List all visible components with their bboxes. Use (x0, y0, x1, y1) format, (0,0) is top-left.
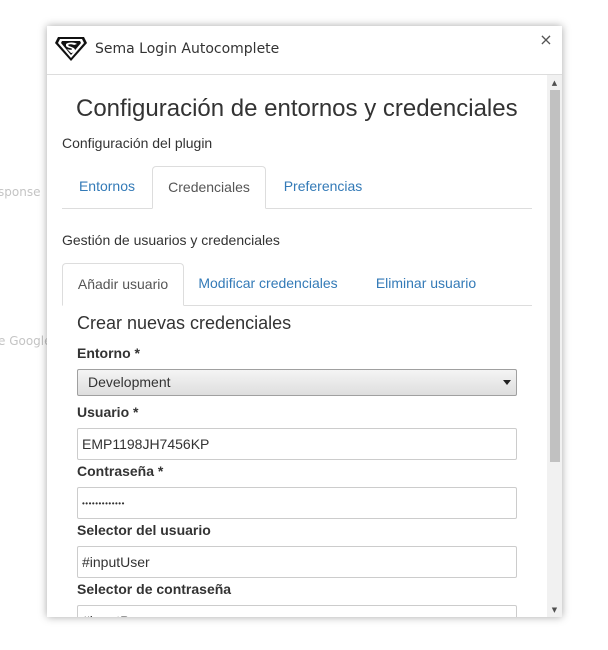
scrollbar[interactable]: ▲ ▼ (547, 75, 562, 617)
environment-select[interactable]: Development (77, 369, 517, 396)
popup-header: Sema Login Autocomplete × (47, 26, 562, 75)
credentials-tabs: Añadir usuario Modificar credenciales El… (62, 263, 532, 306)
password-input[interactable]: ••••••••••••• (77, 487, 517, 519)
scrollbar-thumb[interactable] (550, 90, 560, 462)
tab-credenciales[interactable]: Credenciales (152, 166, 266, 209)
tab-delete-user[interactable]: Eliminar usuario (358, 263, 494, 304)
user-label: Usuario * (77, 404, 139, 420)
tab-add-user[interactable]: Añadir usuario (62, 263, 184, 306)
tab-modify-credentials[interactable]: Modificar credenciales (188, 263, 348, 304)
close-button[interactable]: × (538, 30, 554, 50)
user-selector-label: Selector del usuario (77, 522, 211, 538)
popup-content: Configuración de entornos y credenciales… (47, 75, 547, 617)
environment-label: Entorno * (77, 345, 140, 361)
superman-shield-icon (55, 37, 87, 61)
form-title: Crear nuevas credenciales (77, 313, 292, 333)
tab-entornos[interactable]: Entornos (62, 166, 152, 207)
main-tabs: Entornos Credenciales Preferencias (62, 166, 532, 209)
page-title: Configuración de entornos y credenciales (76, 95, 518, 122)
password-mask: ••••••••••••• (82, 499, 125, 508)
user-selector-input[interactable]: #inputUser (77, 546, 517, 578)
password-selector-input[interactable]: #inputPass (77, 605, 517, 617)
background-text: e Google (0, 334, 52, 348)
environment-selected-value: Development (88, 374, 171, 390)
tab-preferencias[interactable]: Preferencias (268, 166, 378, 207)
scroll-up-icon[interactable]: ▲ (547, 77, 562, 90)
background-text: sponse (0, 185, 41, 199)
scroll-down-icon[interactable]: ▼ (547, 604, 562, 617)
plugin-config-heading: Configuración del plugin (62, 135, 213, 151)
user-input[interactable]: EMP1198JH7456KP (77, 428, 517, 460)
app-title: Sema Login Autocomplete (95, 41, 280, 57)
credentials-heading: Gestión de usuarios y credenciales (62, 232, 280, 248)
chevron-down-icon (503, 380, 511, 385)
password-label: Contraseña * (77, 463, 164, 479)
password-selector-label: Selector de contraseña (77, 581, 232, 597)
plugin-popup: Sema Login Autocomplete × Configuración … (47, 26, 562, 617)
